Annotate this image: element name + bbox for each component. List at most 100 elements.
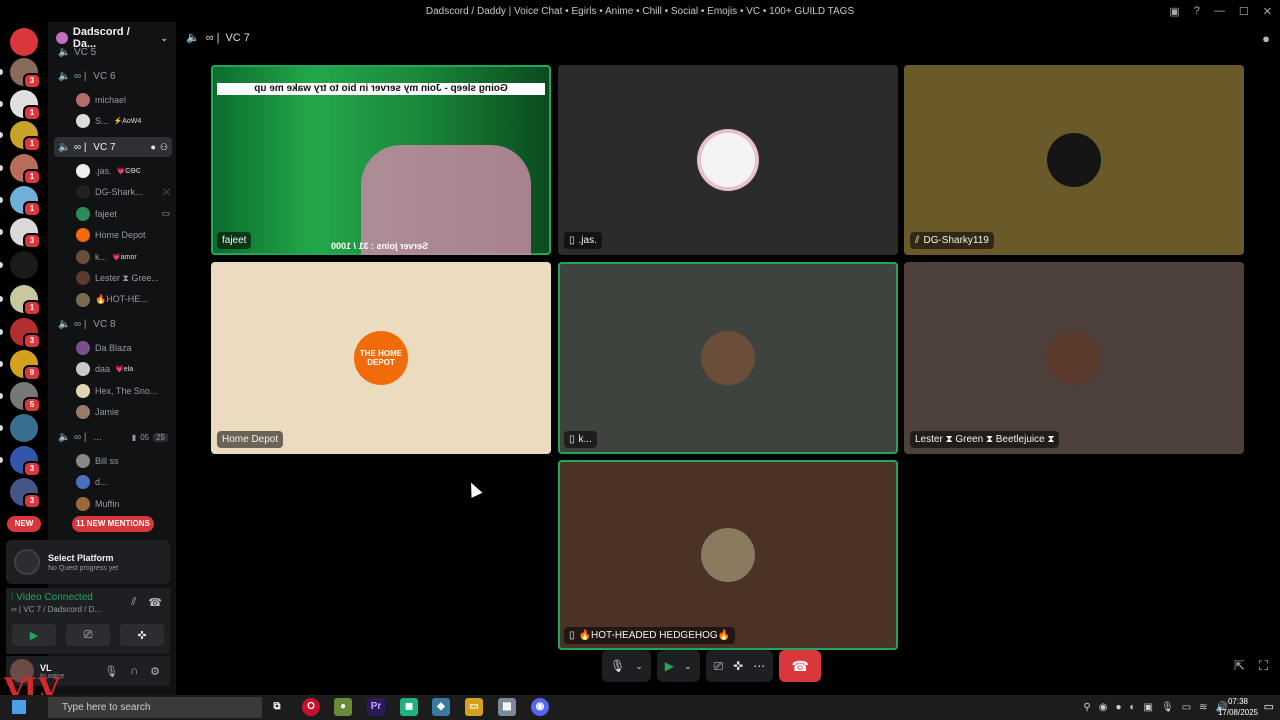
app-icon[interactable]: ▦ xyxy=(498,698,516,716)
microphone-icon[interactable]: 🎙 xyxy=(104,665,118,678)
app-icon[interactable]: ● xyxy=(334,698,352,716)
close-button[interactable]: ✕ xyxy=(1263,5,1272,18)
channel-vc7[interactable]: 🔈 ∞ | VC 7 ● ⚇ xyxy=(54,137,172,157)
voice-location[interactable]: ∞ | VC 7 / Dadscord / D... xyxy=(11,605,101,614)
unread-pill xyxy=(0,101,3,107)
noise-suppression-icon[interactable]: ⫽ xyxy=(131,596,136,609)
voice-user[interactable]: d... xyxy=(76,473,170,492)
help-icon[interactable]: ? xyxy=(1194,5,1200,17)
screen-share-icon[interactable]: ⎚ xyxy=(714,659,724,674)
server-icon[interactable] xyxy=(10,414,38,442)
microphone-icon[interactable]: 🎙 xyxy=(1161,702,1174,713)
voice-user[interactable]: S... ⚡AoW4 xyxy=(76,112,170,131)
activities-icon[interactable]: ✜ xyxy=(733,659,743,673)
pop-out-icon[interactable]: ⇱ xyxy=(1234,658,1245,674)
voice-user[interactable]: k... 💗amor xyxy=(76,247,170,266)
server-icon[interactable]: 1 xyxy=(10,121,41,152)
inbox-icon[interactable]: ▣ xyxy=(1169,5,1179,18)
taskbar-clock[interactable]: 07:38 17/08/2025 xyxy=(1218,696,1258,718)
task-view-icon[interactable]: ⧉ xyxy=(268,698,286,716)
video-tile-fajeet[interactable]: Going sleep - Join my server in bio to t… xyxy=(211,65,551,255)
tray-icon[interactable]: ● xyxy=(1115,702,1121,713)
disconnect-icon[interactable]: ☎ xyxy=(148,596,162,609)
tray-icon[interactable]: ⚲ xyxy=(1083,702,1090,713)
server-icon[interactable]: 3 xyxy=(10,446,41,477)
video-tile-dg-sharky[interactable]: ⫽ DG-Sharky119 xyxy=(904,65,1244,255)
channel-vc6[interactable]: 🔈 ∞ | VC 6 xyxy=(54,66,172,86)
voice-user[interactable]: Hex, The Sno... xyxy=(76,381,170,400)
server-icon[interactable]: 3 xyxy=(10,318,41,349)
server-icon[interactable]: 1 xyxy=(10,154,41,185)
avatar xyxy=(76,114,90,128)
voice-user[interactable]: 🔥HOT-HE... xyxy=(76,290,170,309)
server-icon[interactable]: 9 xyxy=(10,350,41,381)
voice-user[interactable]: .jas. 💗ϾϴϾ xyxy=(76,161,170,180)
server-icon[interactable]: 3 xyxy=(10,478,41,509)
new-servers-badge[interactable]: NEW xyxy=(7,516,41,532)
server-icon[interactable]: 3 xyxy=(10,218,41,249)
server-icon[interactable] xyxy=(10,251,38,279)
tray-icon[interactable]: ◉ xyxy=(1099,702,1108,713)
chevron-down-icon[interactable]: ⌄ xyxy=(635,661,643,672)
quest-panel[interactable]: Select Platform No Quest progress yet xyxy=(6,540,170,584)
video-tile-hot-headed-hedgehog[interactable]: ▯ 🔥HOT-HEADED HEDGEHOG🔥 xyxy=(558,460,898,650)
app-icon[interactable]: ◆ xyxy=(432,698,450,716)
screen-share-button[interactable]: ⎚ xyxy=(66,624,110,646)
guild-icon xyxy=(56,32,68,44)
microphone-icon[interactable]: 🎙 xyxy=(610,659,625,673)
fullscreen-icon[interactable]: ⛶ xyxy=(1259,658,1268,674)
voice-user[interactable]: Muffin xyxy=(76,494,170,513)
settings-gear-icon[interactable]: ⚙ xyxy=(150,665,160,678)
start-button[interactable] xyxy=(12,700,26,714)
camera-icon[interactable]: ▶ xyxy=(665,659,674,673)
notification-icon[interactable]: ▭ xyxy=(1264,700,1274,713)
channel-vc5[interactable]: 🔈 VC 5 xyxy=(54,46,172,58)
voice-user[interactable]: Home Depot xyxy=(76,226,170,245)
voice-user-name: DG-Shark... xyxy=(95,187,143,197)
tray-icon[interactable]: ▣ xyxy=(1144,702,1153,713)
server-icon[interactable]: 1 xyxy=(10,285,41,316)
server-avatar xyxy=(10,251,38,279)
app-icon[interactable]: ◼ xyxy=(400,698,418,716)
chevron-down-icon[interactable]: ⌄ xyxy=(684,661,692,672)
voice-user[interactable]: michael xyxy=(76,90,170,109)
voice-user[interactable]: Da Blaza xyxy=(76,338,170,357)
minimize-button[interactable]: — xyxy=(1214,5,1225,17)
server-icon[interactable]: 1 xyxy=(10,186,41,217)
voice-user[interactable]: DG-Shark... ⤫ xyxy=(76,183,170,202)
more-icon[interactable]: ⋯ xyxy=(753,659,765,673)
chat-bubble-icon[interactable]: ● xyxy=(150,142,155,152)
video-tile-k[interactable]: ▯ k... xyxy=(558,262,898,454)
channel-vc9[interactable]: 🔈 ∞ | ... ▮ 05 25 xyxy=(54,427,172,447)
maximize-button[interactable]: ☐ xyxy=(1239,5,1249,18)
server-icon[interactable] xyxy=(10,28,38,56)
wifi-icon[interactable]: ≋ xyxy=(1199,702,1207,713)
video-tile-lester[interactable]: Lester ⧗ Green ⧗ Beetlejuice ⧗ xyxy=(904,262,1244,454)
battery-icon[interactable]: ▭ xyxy=(1182,702,1191,713)
channel-vc8[interactable]: 🔈 ∞ | VC 8 xyxy=(54,314,172,334)
opera-icon[interactable]: O xyxy=(302,698,320,716)
file-explorer-icon[interactable]: ▭ xyxy=(465,698,483,716)
voice-user[interactable]: fajeet ▭ xyxy=(76,204,170,223)
premiere-pro-icon[interactable]: Pr xyxy=(367,698,385,716)
activities-button[interactable]: ✜ xyxy=(120,624,164,646)
video-tile-home-depot[interactable]: THE HOME DEPOT Home Depot xyxy=(211,262,551,454)
discord-taskbar-icon[interactable]: ◉ xyxy=(531,698,549,716)
camera-button[interactable]: ▶ xyxy=(12,624,56,646)
invite-icon[interactable]: ⚇ xyxy=(160,142,172,153)
voice-user[interactable]: Bill ss xyxy=(76,451,170,470)
chat-icon[interactable]: ● xyxy=(1262,31,1270,46)
hang-up-button[interactable]: ☎ xyxy=(779,650,822,682)
tray-icon[interactable]: ◐ xyxy=(1130,702,1136,713)
voice-user[interactable]: daa 💗ela xyxy=(76,360,170,379)
voice-user-name: 🔥HOT-HE... xyxy=(95,294,148,304)
server-icon[interactable]: 1 xyxy=(10,90,41,121)
server-icon[interactable]: 3 xyxy=(10,58,41,89)
search-input[interactable]: Type here to search xyxy=(48,697,262,718)
server-icon[interactable]: 5 xyxy=(10,382,41,413)
new-mentions-badge[interactable]: 11 NEW MENTIONS xyxy=(72,516,154,532)
voice-user[interactable]: Lester ⧗ Gree... xyxy=(76,269,170,288)
headphones-icon[interactable]: ∩ xyxy=(130,665,138,678)
video-tile-jas[interactable]: ▯ .jas. xyxy=(558,65,898,255)
voice-user[interactable]: Jamie xyxy=(76,403,170,422)
